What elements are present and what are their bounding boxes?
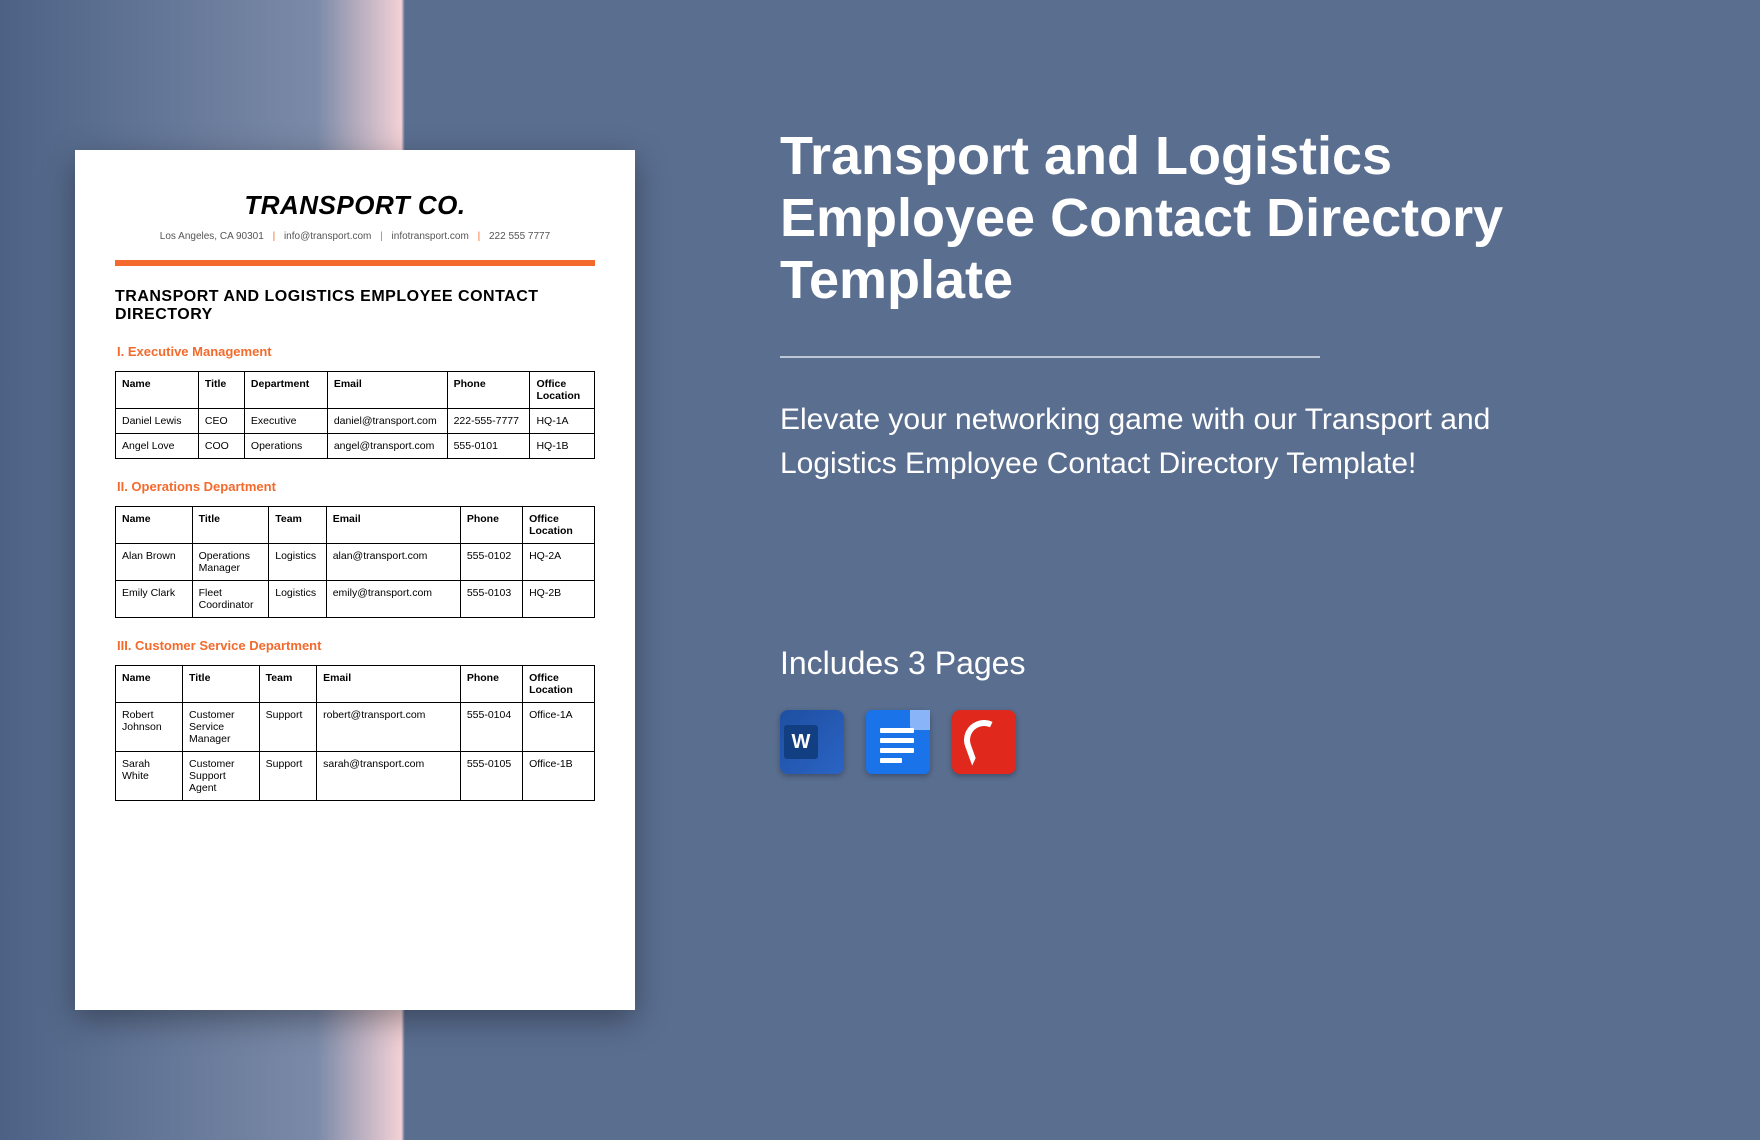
table-row: Emily ClarkFleet CoordinatorLogisticsemi… <box>115 581 594 618</box>
table-cell: Support <box>259 752 316 801</box>
table-cell: daniel@transport.com <box>327 409 447 434</box>
table-cell: COO <box>198 434 244 459</box>
meta-separator: | <box>267 231 282 242</box>
column-header: Office Location <box>523 666 595 703</box>
table-row: Robert JohnsonCustomer Service ManagerSu… <box>115 703 594 752</box>
directory-table: NameTitleTeamEmailPhoneOffice LocationAl… <box>115 506 595 618</box>
meta-separator: | <box>374 231 389 242</box>
table-cell: sarah@transport.com <box>317 752 461 801</box>
table-row: Angel LoveCOOOperationsangel@transport.c… <box>115 434 594 459</box>
pdf-icon <box>952 710 1016 774</box>
table-cell: Fleet Coordinator <box>192 581 269 618</box>
format-icons-row: W <box>780 710 1680 774</box>
column-header: Title <box>192 507 269 544</box>
google-docs-icon <box>866 710 930 774</box>
meta-phone: 222 555 7777 <box>489 231 550 242</box>
meta-address: Los Angeles, CA 90301 <box>160 231 264 242</box>
template-blurb: Elevate your networking game with our Tr… <box>780 398 1560 485</box>
info-panel: Transport and Logistics Employee Contact… <box>710 0 1760 1140</box>
table-cell: Daniel Lewis <box>115 409 198 434</box>
table-cell: robert@transport.com <box>317 703 461 752</box>
column-header: Department <box>244 372 327 409</box>
directory-table: NameTitleTeamEmailPhoneOffice LocationRo… <box>115 665 595 801</box>
table-cell: Office-1B <box>523 752 595 801</box>
directory-table: NameTitleDepartmentEmailPhoneOffice Loca… <box>115 371 595 459</box>
table-cell: Angel Love <box>115 434 198 459</box>
section-heading: III. Customer Service Department <box>117 638 595 653</box>
column-header: Office Location <box>523 507 595 544</box>
column-header: Phone <box>460 507 522 544</box>
table-cell: HQ-1B <box>530 434 595 459</box>
column-header: Name <box>115 372 198 409</box>
company-brand: TRANSPORT CO. <box>115 190 595 221</box>
table-cell: angel@transport.com <box>327 434 447 459</box>
column-header: Team <box>269 507 326 544</box>
column-header: Phone <box>447 372 530 409</box>
includes-pages: Includes 3 Pages <box>780 645 1680 682</box>
table-cell: Emily Clark <box>115 581 192 618</box>
table-cell: HQ-2A <box>523 544 595 581</box>
table-cell: Office-1A <box>523 703 595 752</box>
table-cell: Logistics <box>269 544 326 581</box>
table-row: Alan BrownOperations ManagerLogisticsala… <box>115 544 594 581</box>
table-cell: 222-555-7777 <box>447 409 530 434</box>
accent-bar <box>115 260 595 266</box>
section-heading: I. Executive Management <box>117 344 595 359</box>
table-cell: emily@transport.com <box>326 581 460 618</box>
table-cell: Alan Brown <box>115 544 192 581</box>
column-header: Email <box>327 372 447 409</box>
table-cell: HQ-2B <box>523 581 595 618</box>
table-row: Daniel LewisCEOExecutivedaniel@transport… <box>115 409 594 434</box>
table-cell: Logistics <box>269 581 326 618</box>
table-cell: 555-0101 <box>447 434 530 459</box>
table-cell: 555-0104 <box>460 703 522 752</box>
table-cell: Customer Support Agent <box>183 752 260 801</box>
divider <box>780 356 1320 358</box>
column-header: Name <box>115 507 192 544</box>
table-cell: Robert Johnson <box>115 703 182 752</box>
column-header: Phone <box>460 666 522 703</box>
table-cell: 555-0102 <box>460 544 522 581</box>
table-row: Sarah WhiteCustomer Support AgentSupport… <box>115 752 594 801</box>
column-header: Email <box>317 666 461 703</box>
table-cell: HQ-1A <box>530 409 595 434</box>
meta-separator: | <box>472 231 487 242</box>
column-header: Email <box>326 507 460 544</box>
column-header: Office Location <box>530 372 595 409</box>
table-cell: Support <box>259 703 316 752</box>
company-meta: Los Angeles, CA 90301 | info@transport.c… <box>115 231 595 242</box>
document-title: TRANSPORT AND LOGISTICS EMPLOYEE CONTACT… <box>115 288 595 324</box>
table-cell: alan@transport.com <box>326 544 460 581</box>
word-icon: W <box>780 710 844 774</box>
column-header: Title <box>198 372 244 409</box>
table-cell: Operations Manager <box>192 544 269 581</box>
meta-email: info@transport.com <box>284 231 371 242</box>
column-header: Name <box>115 666 182 703</box>
table-cell: CEO <box>198 409 244 434</box>
table-cell: 555-0103 <box>460 581 522 618</box>
template-title: Transport and Logistics Employee Contact… <box>780 125 1600 311</box>
section-heading: II. Operations Department <box>117 479 595 494</box>
column-header: Title <box>183 666 260 703</box>
table-cell: Sarah White <box>115 752 182 801</box>
word-letter: W <box>784 725 818 759</box>
table-cell: Executive <box>244 409 327 434</box>
document-page: TRANSPORT CO. Los Angeles, CA 90301 | in… <box>75 150 635 1010</box>
preview-panel: TRANSPORT CO. Los Angeles, CA 90301 | in… <box>0 0 710 1140</box>
column-header: Team <box>259 666 316 703</box>
table-cell: 555-0105 <box>460 752 522 801</box>
table-cell: Customer Service Manager <box>183 703 260 752</box>
meta-site: infotransport.com <box>392 231 469 242</box>
table-cell: Operations <box>244 434 327 459</box>
